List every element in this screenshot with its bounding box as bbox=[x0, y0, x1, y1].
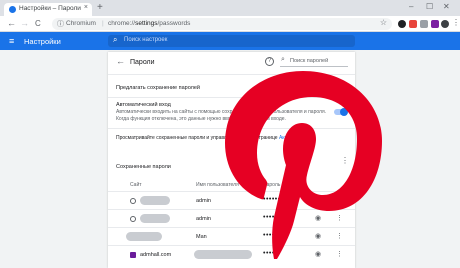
page-title: Настройки bbox=[24, 37, 61, 46]
settings-header: ≡ Настройки ⌕ Поиск настроек bbox=[0, 32, 460, 50]
extension-icon[interactable] bbox=[398, 20, 406, 28]
settings-search-placeholder: Поиск настроек bbox=[124, 37, 168, 43]
site-info-icon[interactable]: ⓘ bbox=[57, 19, 64, 29]
saved-passwords-title: Сохраненные пароли bbox=[116, 164, 171, 170]
column-header-site: Сайт bbox=[130, 182, 142, 188]
browser-menu-icon[interactable]: ⋮ bbox=[452, 18, 460, 27]
maximize-button[interactable]: ☐ bbox=[426, 2, 433, 11]
reload-button[interactable]: C bbox=[35, 19, 41, 28]
address-bar[interactable]: ⓘ Chromium | chrome://settings/passwords… bbox=[52, 18, 392, 30]
back-button[interactable]: ← bbox=[7, 18, 16, 28]
blurred-site bbox=[140, 214, 170, 223]
tab-close-icon[interactable]: × bbox=[84, 4, 88, 11]
username: Man bbox=[196, 234, 207, 240]
extension-icon[interactable] bbox=[409, 20, 417, 28]
settings-search-field[interactable]: ⌕ Поиск настроек bbox=[108, 35, 355, 47]
minimize-button[interactable]: – bbox=[409, 2, 413, 11]
username: admin bbox=[196, 198, 211, 204]
blurred-site bbox=[140, 196, 170, 205]
close-window-button[interactable]: ✕ bbox=[443, 2, 450, 11]
bookmark-star-icon[interactable]: ☆ bbox=[380, 18, 387, 27]
tab-title: Настройки – Пароли bbox=[19, 5, 81, 12]
auto-signin-label: Автоматический вход bbox=[116, 102, 171, 108]
site-globe-icon bbox=[130, 216, 136, 222]
menu-icon[interactable]: ≡ bbox=[9, 36, 14, 46]
search-icon: ⌕ bbox=[113, 35, 118, 44]
browser-toolbar: ← → C ⓘ Chromium | chrome://settings/pas… bbox=[0, 16, 460, 32]
passwords-title: Пароли bbox=[130, 59, 155, 66]
forward-button[interactable]: → bbox=[20, 18, 29, 28]
address-separator: | bbox=[102, 20, 104, 27]
help-icon[interactable]: ? bbox=[265, 57, 274, 66]
username: admin bbox=[196, 216, 211, 222]
settings-favicon-icon bbox=[9, 6, 16, 13]
blurred-site bbox=[126, 232, 162, 241]
address-host: Chromium bbox=[66, 20, 96, 27]
tab-strip: Настройки – Пароли × + – ☐ ✕ bbox=[0, 0, 460, 16]
new-tab-button[interactable]: + bbox=[97, 2, 103, 14]
tab-settings-passwords[interactable]: Настройки – Пароли × bbox=[4, 3, 92, 16]
site-globe-icon bbox=[130, 198, 136, 204]
browser-window: Настройки – Пароли × + – ☐ ✕ ← → C ⓘ Chr… bbox=[0, 0, 460, 268]
password-search-field[interactable]: ⌕ Поиск паролей bbox=[280, 56, 348, 67]
search-icon: ⌕ bbox=[281, 56, 285, 63]
extension-icon[interactable] bbox=[420, 20, 428, 28]
password-search-placeholder: Поиск паролей bbox=[290, 58, 329, 64]
profile-avatar[interactable] bbox=[441, 20, 449, 28]
back-arrow-icon[interactable]: ← bbox=[116, 56, 125, 66]
site-name: admhall.com bbox=[140, 252, 172, 258]
offer-save-label: Предлагать сохранение паролей bbox=[116, 85, 201, 91]
extension-icon[interactable] bbox=[431, 20, 439, 28]
address-url: chrome://settings/passwords bbox=[108, 20, 191, 27]
red-pin-logo bbox=[225, 71, 382, 259]
site-favicon-icon bbox=[130, 252, 136, 258]
